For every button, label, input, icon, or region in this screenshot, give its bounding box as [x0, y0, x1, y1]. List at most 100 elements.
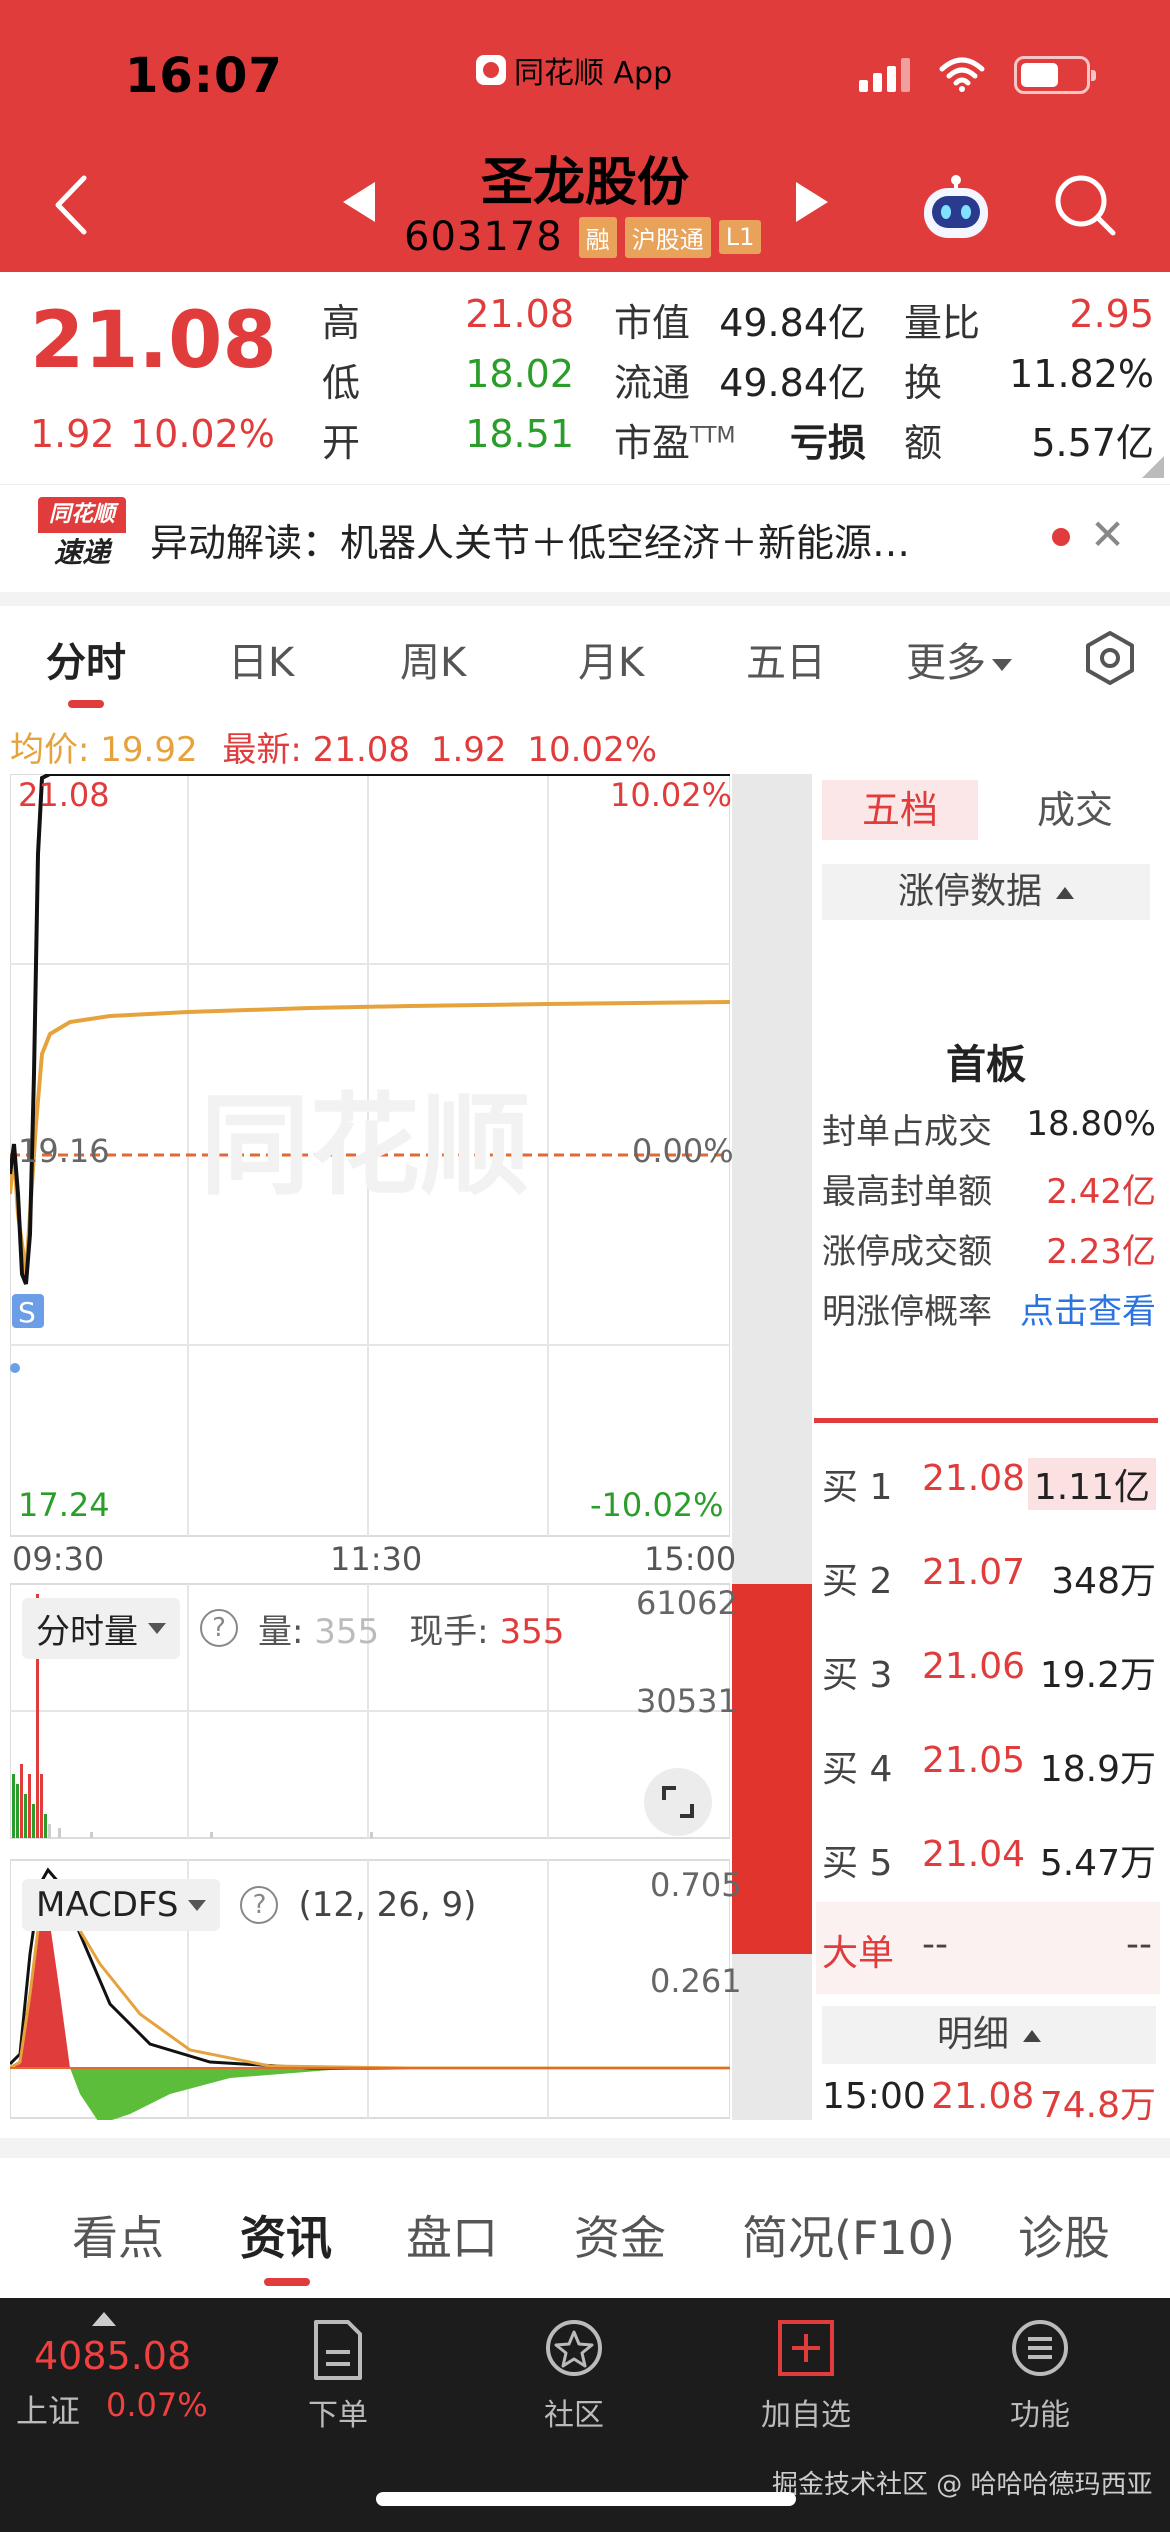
price-change: 1.92 [30, 412, 115, 456]
limit-up-data-label: 涨停数据 [897, 871, 1042, 912]
latest-price: 最新: 21.08 [222, 730, 411, 770]
limit-row-label: 封单占成交 [822, 1112, 992, 1152]
bid-price: 21.06 [922, 1646, 1026, 1687]
chevron-down-icon [188, 1899, 207, 1911]
level-tag: L1 [718, 220, 762, 254]
close-icon[interactable]: ✕ [1090, 510, 1125, 559]
tab-daily-k[interactable]: 日K [228, 630, 294, 688]
detail-row: 15:00 21.08 74.8万 [822, 2076, 1156, 2128]
news-logo: 同花顺 速递 [38, 497, 126, 575]
bid-row: 买 1 21.08 1.11亿 [822, 1450, 1156, 1510]
community-label: 社区 [544, 2398, 604, 2433]
pe-value: 亏损 [789, 421, 866, 465]
volume-panel-header: 分时量 ? 量: 355 现手: 355 [22, 1597, 565, 1659]
big-order-label: 大单 [822, 1933, 895, 1974]
order-icon [314, 2320, 362, 2380]
macd-selector[interactable]: MACDFS [22, 1879, 221, 1931]
tab-highlights[interactable]: 看点 [72, 2202, 164, 2268]
margin-tag: 融 [578, 216, 617, 258]
tab-weekly-k[interactable]: 周K [400, 630, 466, 688]
add-watchlist-button[interactable]: 加自选 [726, 2318, 886, 2434]
chart-bottom-pct: -10.02% [590, 1486, 724, 1524]
tab-f10[interactable]: 简况(F10) [742, 2202, 955, 2268]
bid-label: 买 3 [822, 1655, 893, 1696]
stock-detail-screen: 16:07 同花顺 App 圣龙股份 603178 融 沪股通 L1 21.08… [0, 0, 1170, 2532]
detail-label: 明细 [936, 2014, 1009, 2055]
bid-label: 买 4 [822, 1749, 893, 1790]
macd-params: (12, 26, 9) [298, 1885, 477, 1925]
chart-bottom-price: 17.24 [18, 1486, 110, 1524]
bid-volume: 18.9万 [1039, 1749, 1156, 1790]
source-watermark: 掘金技术社区 @ 哈哈哈德玛西亚 [772, 2470, 1153, 2500]
volume-axis-top: 61062 [636, 1584, 738, 1622]
low-value: 18.02 [465, 352, 574, 396]
robot-assistant-icon[interactable] [918, 172, 994, 242]
signal-icon [859, 58, 910, 92]
news-headline[interactable]: 异动解读：机器人关节＋低空经济＋新能源… [150, 512, 1005, 567]
stock-name: 圣龙股份 [480, 153, 689, 213]
amount-label: 额 [904, 421, 943, 465]
tab-more[interactable]: 更多 [906, 630, 1012, 688]
connect-tag: 沪股通 [624, 216, 711, 258]
home-indicator[interactable] [376, 2492, 796, 2506]
app-logo-icon [476, 55, 506, 85]
section-divider [0, 2138, 1170, 2158]
bid-row: 买 3 21.06 19.2万 [822, 1638, 1156, 1698]
bid-row: 买 2 21.07 348万 [822, 1544, 1156, 1604]
help-icon[interactable]: ? [200, 1609, 238, 1647]
mktcap-value: 49.84亿 [719, 301, 866, 345]
tab-orderbook[interactable]: 盘口 [406, 2202, 498, 2268]
status-app-label: 同花顺 App [476, 48, 672, 92]
volume-selector[interactable]: 分时量 [22, 1597, 180, 1659]
avg-price: 均价: 19.92 [10, 730, 198, 770]
tab-funds[interactable]: 资金 [574, 2202, 666, 2268]
place-order-button[interactable]: 下单 [258, 2318, 418, 2434]
expand-corner-icon[interactable] [1142, 456, 1164, 478]
news-unread-dot [1052, 528, 1070, 546]
menu-icon [1012, 2320, 1068, 2376]
depth-strip-fill [732, 1584, 812, 1954]
tab-news[interactable]: 资讯 [240, 2202, 332, 2268]
chart-watermark: 同花顺 [200, 1082, 530, 1210]
tab-diagnosis[interactable]: 诊股 [1018, 2202, 1110, 2268]
chart-settings-icon[interactable] [1082, 630, 1138, 686]
place-order-label: 下单 [308, 2398, 368, 2433]
turnover-value: 11.82% [1009, 352, 1154, 396]
add-watchlist-icon [778, 2320, 834, 2376]
volume-axis-mid: 30531 [636, 1682, 738, 1720]
view-probability-link[interactable]: 点击查看 [1020, 1284, 1156, 1333]
stock-code: 603178 [404, 214, 563, 260]
functions-button[interactable]: 功能 [960, 2318, 1120, 2434]
volume-selector-label: 分时量 [36, 1611, 138, 1652]
current-hand-value: 355 [499, 1611, 565, 1652]
tab-five-levels[interactable]: 五档 [822, 780, 978, 840]
time-open: 09:30 [12, 1540, 105, 1578]
community-button[interactable]: 社区 [494, 2318, 654, 2434]
index-value[interactable]: 4085.08 [34, 2334, 191, 2378]
volume-label: 量: 355 [258, 1611, 380, 1652]
search-icon[interactable] [1052, 172, 1118, 238]
price-change-pct: 10.02% [130, 412, 275, 456]
chart-top-price: 21.08 [18, 776, 110, 814]
section-divider [0, 592, 1170, 606]
big-order-volume: -- [1126, 1924, 1152, 1965]
fullscreen-icon[interactable] [644, 1768, 712, 1836]
float-label: 流通 [614, 361, 691, 405]
latest-change: 1.92 [430, 730, 507, 770]
tab-active-indicator [264, 2278, 310, 2286]
tab-intraday[interactable]: 分时 [46, 630, 126, 688]
tab-five-day[interactable]: 五日 [746, 630, 826, 688]
chart-top-pct: 10.02% [610, 776, 733, 814]
tab-trades[interactable]: 成交 [990, 780, 1160, 840]
open-label: 开 [322, 421, 361, 465]
float-value: 49.84亿 [719, 361, 866, 405]
bid-price: 21.05 [922, 1740, 1026, 1781]
chevron-up-icon [1056, 887, 1074, 899]
limit-row-value: 2.42亿 [1046, 1172, 1156, 1212]
help-icon[interactable]: ? [240, 1886, 279, 1924]
detail-header[interactable]: 明细 [822, 2006, 1156, 2064]
limit-up-data-header[interactable]: 涨停数据 [822, 864, 1150, 920]
macd-panel-header: MACDFS ? (12, 26, 9) [22, 1875, 476, 1935]
tab-monthly-k[interactable]: 月K [578, 630, 644, 688]
big-order-row[interactable]: 大单 -- -- [816, 1902, 1160, 1994]
